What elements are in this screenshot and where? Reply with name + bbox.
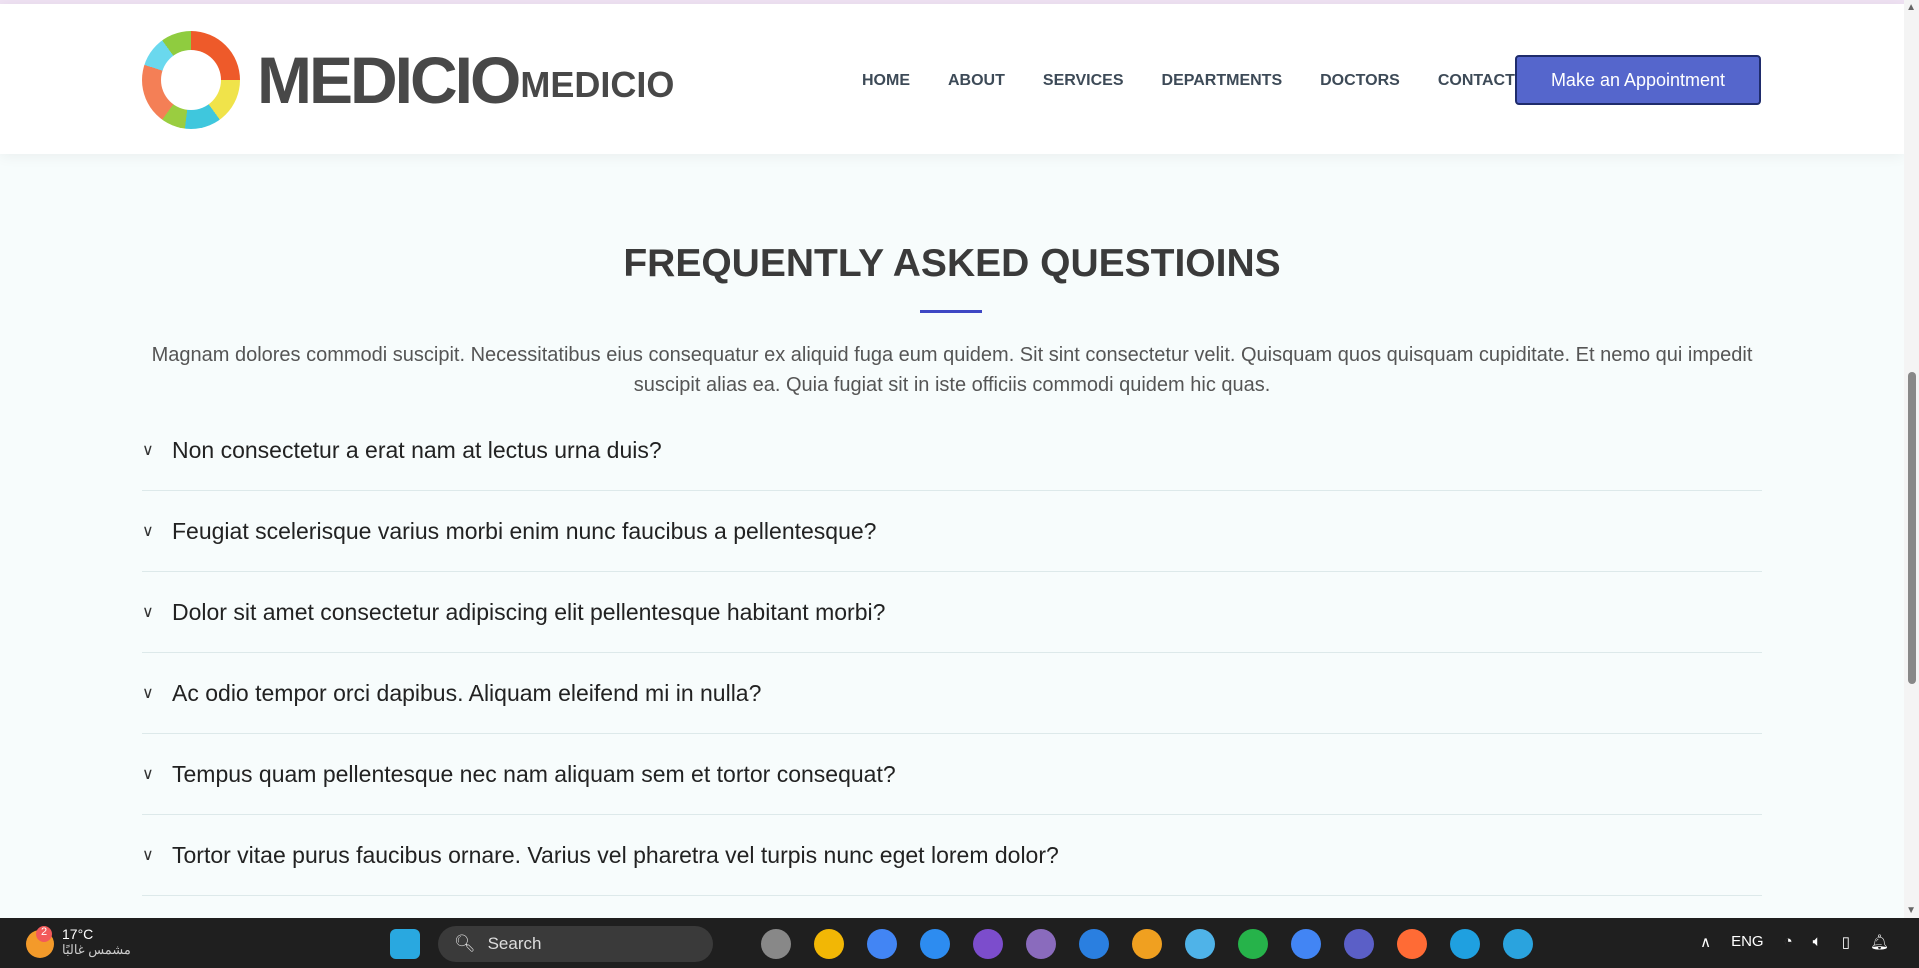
taskbar-app-icon[interactable] xyxy=(814,929,844,959)
taskbar-app-icon[interactable] xyxy=(1026,929,1056,959)
taskbar-app-icon[interactable] xyxy=(761,929,791,959)
taskbar-app-icon[interactable] xyxy=(920,929,950,959)
nav-about[interactable]: ABOUT xyxy=(948,72,1005,90)
system-tray: ∧ ENG ◔ 🔈︎ ▯ 🔔︎ xyxy=(1700,933,1889,951)
taskbar-app-icon[interactable] xyxy=(1132,929,1162,959)
faq-question: Non consectetur a erat nam at lectus urn… xyxy=(172,436,662,463)
nav-doctors[interactable]: DOCTORS xyxy=(1320,72,1400,90)
start-windows-icon[interactable] xyxy=(390,929,420,959)
temperature: 17°C xyxy=(62,926,94,942)
volume-icon[interactable]: 🔈︎ xyxy=(1813,933,1822,951)
faq-item[interactable]: ∨ Non consectetur a erat nam at lectus ur… xyxy=(142,410,1762,491)
chevron-down-icon: ∨ xyxy=(142,685,154,702)
faq-list: ∨ Non consectetur a erat nam at lectus ur… xyxy=(142,410,1762,896)
wifi-icon[interactable]: ◔ xyxy=(1784,933,1793,951)
section-description: Magnam dolores commodi suscipit. Necessi… xyxy=(151,344,1753,396)
search-label: Search xyxy=(487,934,542,953)
nav-contact[interactable]: CONTACT xyxy=(1438,72,1515,90)
main-nav: HOME ABOUT SERVICES DEPARTMENTS DOCTORS … xyxy=(862,72,1515,90)
nav-services[interactable]: SERVICES xyxy=(1043,72,1124,90)
faq-question: Feugiat scelerisque varius morbi enim nu… xyxy=(172,517,877,544)
weather-widget[interactable]: 2 17°C مشمس غالبًا xyxy=(26,926,131,958)
faq-item[interactable]: ∨ Feugiat scelerisque varius morbi enim n… xyxy=(142,491,1762,572)
taskbar-app-icon[interactable] xyxy=(1079,929,1109,959)
battery-icon[interactable]: ▯ xyxy=(1842,933,1850,951)
logo[interactable]: MEDICIO MEDICIO xyxy=(142,31,674,129)
weather-condition: مشمس غالبًا xyxy=(62,942,131,957)
taskbar-app-icon[interactable] xyxy=(973,929,1003,959)
language-indicator[interactable]: ENG xyxy=(1731,933,1764,951)
weather-sun-icon: 2 xyxy=(26,926,54,958)
faq-question: Tempus quam pellentesque nec nam aliquam… xyxy=(172,760,896,787)
faq-question: Tortor vitae purus faucibus ornare. Vari… xyxy=(172,841,1059,868)
make-appointment-button[interactable]: Make an Appointment xyxy=(1515,55,1761,105)
scroll-up-icon[interactable]: ▲ xyxy=(1906,2,1916,13)
logo-text-small: MEDICIO xyxy=(520,64,675,105)
chevron-down-icon: ∨ xyxy=(142,847,154,864)
logo-text: MEDICIO xyxy=(257,43,521,117)
faq-item[interactable]: ∨ Tortor vitae purus faucibus ornare. Var… xyxy=(142,815,1762,896)
scrollbar-thumb[interactable] xyxy=(1908,372,1916,684)
taskbar-app-icon[interactable] xyxy=(1450,929,1480,959)
chevron-up-icon[interactable]: ∧ xyxy=(1700,933,1711,951)
taskbar-app-icon[interactable] xyxy=(1238,929,1268,959)
faq-item[interactable]: ∨ Ac odio tempor orci dapibus. Aliquam el… xyxy=(142,653,1762,734)
taskbar-app-icon[interactable] xyxy=(1344,929,1374,959)
taskbar-search[interactable]: 🔍︎ Search xyxy=(438,926,713,962)
windows-taskbar: 2 17°C مشمس غالبًا 🔍︎ Search ∧ ENG ◔ 🔈︎ ▯ … xyxy=(0,918,1919,968)
logo-ring-icon xyxy=(142,31,240,129)
site-header: MEDICIO MEDICIO HOME ABOUT SERVICES DEPA… xyxy=(0,4,1904,154)
faq-item[interactable]: ∨ Tempus quam pellentesque nec nam aliqua… xyxy=(142,734,1762,815)
taskbar-app-icon[interactable] xyxy=(1291,929,1321,959)
chevron-down-icon: ∨ xyxy=(142,523,154,540)
notification-bell-icon[interactable]: 🔔︎ xyxy=(1870,933,1889,951)
taskbar-app-icon[interactable] xyxy=(867,929,897,959)
taskbar-app-icon[interactable] xyxy=(1397,929,1427,959)
taskbar-app-icon[interactable] xyxy=(1503,929,1533,959)
faq-question: Ac odio tempor orci dapibus. Aliquam ele… xyxy=(172,679,762,706)
taskbar-app-icon[interactable] xyxy=(1185,929,1215,959)
title-underline xyxy=(920,310,982,313)
faq-question: Dolor sit amet consectetur adipiscing el… xyxy=(172,598,886,625)
nav-departments[interactable]: DEPARTMENTS xyxy=(1162,72,1283,90)
chevron-down-icon: ∨ xyxy=(142,442,154,459)
faq-item[interactable]: ∨ Dolor sit amet consectetur adipiscing e… xyxy=(142,572,1762,653)
chevron-down-icon: ∨ xyxy=(142,604,154,621)
page-scrollbar[interactable]: ▲ ▼ xyxy=(1904,0,1919,918)
scroll-down-icon[interactable]: ▼ xyxy=(1906,905,1916,916)
section-title: FREQUENTLY ASKED QUESTIOINS xyxy=(623,242,1281,285)
nav-home[interactable]: HOME xyxy=(862,72,910,90)
chevron-down-icon: ∨ xyxy=(142,766,154,783)
search-icon: 🔍︎ xyxy=(454,934,476,953)
notification-badge: 2 xyxy=(36,926,52,942)
